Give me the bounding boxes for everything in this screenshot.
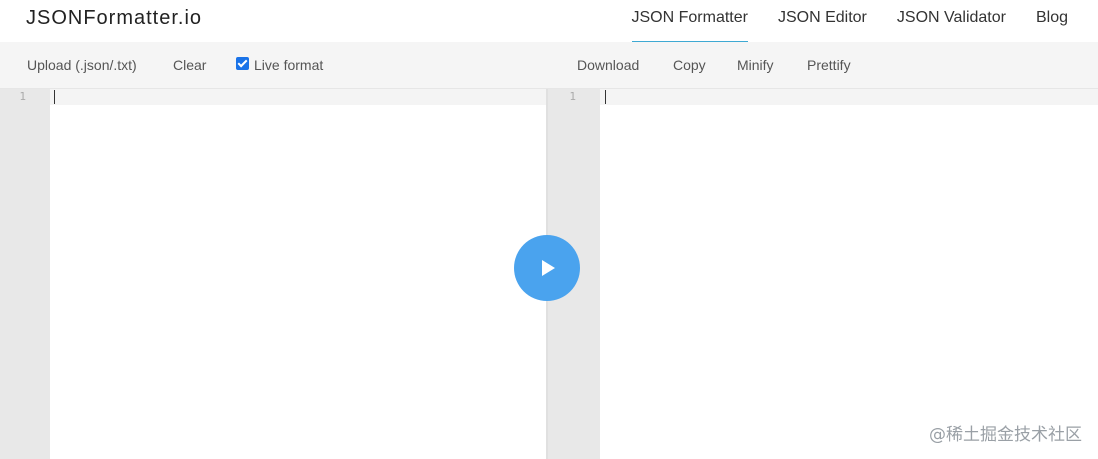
text-cursor <box>54 90 55 104</box>
line-number: 1 <box>569 90 576 103</box>
main-nav: JSON Formatter JSON Editor JSON Validato… <box>602 0 1068 43</box>
line-number: 1 <box>19 90 26 103</box>
toolbar: Upload (.json/.txt) Clear Live format Do… <box>0 42 1098 89</box>
nav-json-validator[interactable]: JSON Validator <box>897 0 1006 42</box>
clear-button[interactable]: Clear <box>173 42 206 88</box>
watermark: @稀土掘金技术社区 <box>929 425 1082 445</box>
copy-button[interactable]: Copy <box>673 42 706 88</box>
live-format-checkbox[interactable] <box>236 57 249 70</box>
input-editor[interactable]: 1 <box>0 89 546 459</box>
app-page: JSONFormatter.io JSON Formatter JSON Edi… <box>0 0 1098 459</box>
upload-button[interactable]: Upload (.json/.txt) <box>27 42 137 88</box>
nav-json-formatter[interactable]: JSON Formatter <box>631 0 749 43</box>
logo[interactable]: JSONFormatter.io <box>26 7 202 30</box>
output-active-line <box>600 89 1098 105</box>
minify-button[interactable]: Minify <box>737 42 774 88</box>
input-active-line <box>50 89 546 105</box>
prettify-button[interactable]: Prettify <box>807 42 851 88</box>
play-format-button[interactable] <box>514 235 580 301</box>
text-cursor <box>605 90 606 104</box>
nav-json-editor[interactable]: JSON Editor <box>778 0 867 42</box>
header: JSONFormatter.io JSON Formatter JSON Edi… <box>0 0 1098 43</box>
output-editor[interactable]: 1 <box>548 89 1098 459</box>
download-button[interactable]: Download <box>577 42 639 88</box>
nav-blog[interactable]: Blog <box>1036 0 1068 42</box>
input-gutter: 1 <box>0 89 50 459</box>
live-format-label[interactable]: Live format <box>254 42 323 88</box>
